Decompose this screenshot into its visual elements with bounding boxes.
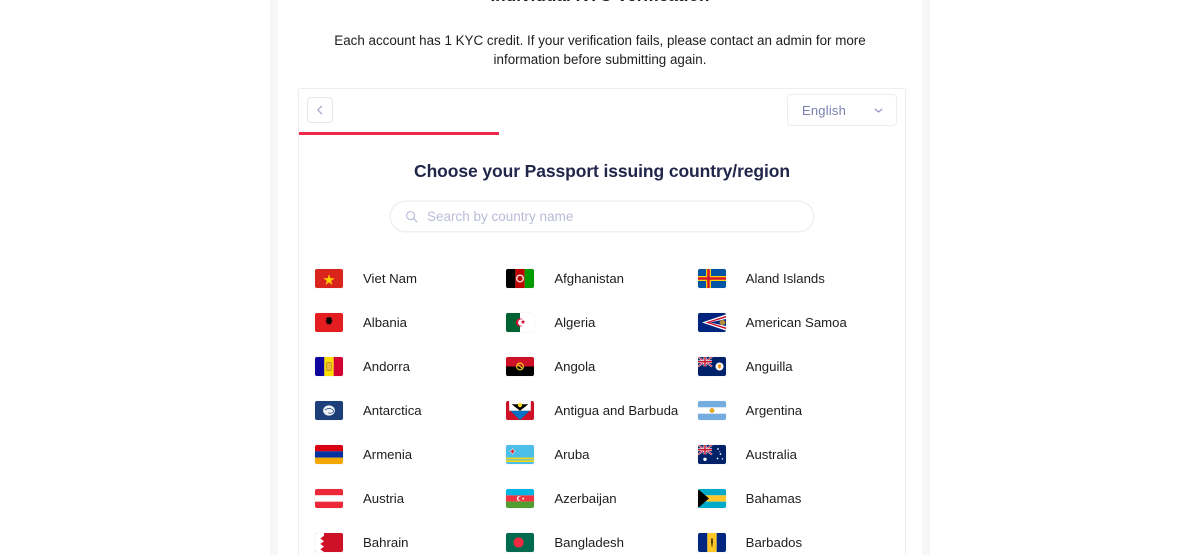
page-gutter-left	[270, 0, 278, 555]
country-name: Antigua and Barbuda	[554, 402, 679, 418]
widget-body: Choose your Passport issuing country/reg…	[299, 161, 905, 555]
country-list: Viet Nam Afghanistan Aland Islands Albania A…	[299, 256, 905, 555]
chevron-left-icon	[314, 104, 326, 116]
country-name: Bahamas	[745, 490, 802, 506]
country-name: Afghanistan	[554, 270, 624, 286]
progress-bar-fill	[299, 132, 499, 135]
flag-icon-aw	[506, 444, 535, 464]
flag-icon-af	[506, 268, 535, 288]
country-name: Australia	[745, 446, 797, 462]
flag-icon-ar	[697, 400, 726, 420]
country-name: American Samoa	[745, 314, 847, 330]
country-list-item[interactable]: Anguilla	[697, 344, 889, 388]
page-subtitle: Each account has 1 KYC credit. If your v…	[334, 33, 866, 67]
country-list-item[interactable]: American Samoa	[697, 300, 889, 344]
country-name: Austria	[363, 490, 405, 506]
country-name: Viet Nam	[363, 270, 417, 286]
country-name: Angola	[554, 358, 596, 374]
flag-icon-bs	[697, 488, 726, 508]
language-select[interactable]: English	[787, 94, 897, 126]
flag-icon-ad	[315, 356, 343, 376]
country-name: Barbados	[745, 534, 803, 550]
country-name: Bahrain	[363, 534, 409, 550]
country-list-item[interactable]: Antarctica	[315, 388, 506, 432]
country-name: Aruba	[554, 446, 590, 462]
flag-icon-bd	[506, 532, 535, 552]
country-list-item[interactable]: Algeria	[506, 300, 697, 344]
progress-bar	[299, 132, 905, 135]
step-heading: Choose your Passport issuing country/reg…	[414, 161, 790, 181]
flag-icon-am	[315, 444, 343, 464]
flag-icon-au	[697, 444, 726, 464]
flag-icon-al	[315, 312, 343, 332]
country-name: Albania	[363, 314, 407, 330]
flag-icon-bb	[697, 532, 726, 552]
kyc-widget-card: English Choose your Passport issuing cou…	[298, 88, 906, 555]
language-select-value: English	[802, 102, 847, 118]
page-title: Individual KYC Verification	[278, 0, 922, 6]
flag-icon-bh	[315, 532, 343, 552]
country-list-item[interactable]: Albania	[315, 300, 506, 344]
flag-icon-az	[506, 488, 535, 508]
flag-icon-vn	[315, 268, 343, 288]
flag-icon-ai	[697, 356, 726, 376]
country-name: Armenia	[363, 446, 413, 462]
country-name: Aland Islands	[745, 270, 825, 286]
country-list-item[interactable]: Bangladesh	[506, 520, 697, 555]
flag-icon-ag	[506, 400, 535, 420]
country-search[interactable]	[390, 201, 814, 232]
country-list-item[interactable]: Aland Islands	[697, 256, 889, 300]
country-name: Anguilla	[745, 358, 793, 374]
country-list-item[interactable]: Viet Nam	[315, 256, 506, 300]
chevron-down-icon	[873, 105, 884, 116]
search-icon	[405, 210, 418, 223]
country-name: Antarctica	[363, 402, 422, 418]
country-list-item[interactable]: Australia	[697, 432, 889, 476]
country-name: Argentina	[745, 402, 803, 418]
flag-icon-aq	[315, 400, 343, 420]
country-list-item[interactable]: Azerbaijan	[506, 476, 697, 520]
page-gutter-right	[922, 0, 930, 555]
flag-icon-as	[697, 312, 726, 332]
country-list-item[interactable]: Argentina	[697, 388, 889, 432]
country-list-item[interactable]: Bahamas	[697, 476, 889, 520]
kyc-page-panel: Individual KYC Verification Each account…	[278, 0, 922, 555]
country-name: Andorra	[363, 358, 410, 374]
country-list-item[interactable]: Antigua and Barbuda	[506, 388, 697, 432]
screen-root: Individual KYC Verification Each account…	[0, 0, 1200, 555]
country-list-item[interactable]: Bahrain	[315, 520, 506, 555]
country-list-item[interactable]: Austria	[315, 476, 506, 520]
country-list-item[interactable]: Armenia	[315, 432, 506, 476]
country-list-item[interactable]: Afghanistan	[506, 256, 697, 300]
country-list-item[interactable]: Angola	[506, 344, 697, 388]
country-list-item[interactable]: Barbados	[697, 520, 889, 555]
search-input[interactable]	[427, 209, 799, 224]
country-name: Bangladesh	[554, 534, 624, 550]
country-name: Azerbaijan	[554, 490, 617, 506]
flag-icon-dz	[506, 312, 535, 332]
flag-icon-at	[315, 488, 343, 508]
widget-header: English	[299, 89, 905, 132]
flag-icon-ao	[506, 356, 535, 376]
country-list-item[interactable]: Aruba	[506, 432, 697, 476]
country-name: Algeria	[554, 314, 596, 330]
flag-icon-ax	[697, 268, 726, 288]
country-list-item[interactable]: Andorra	[315, 344, 506, 388]
back-button[interactable]	[307, 97, 333, 123]
